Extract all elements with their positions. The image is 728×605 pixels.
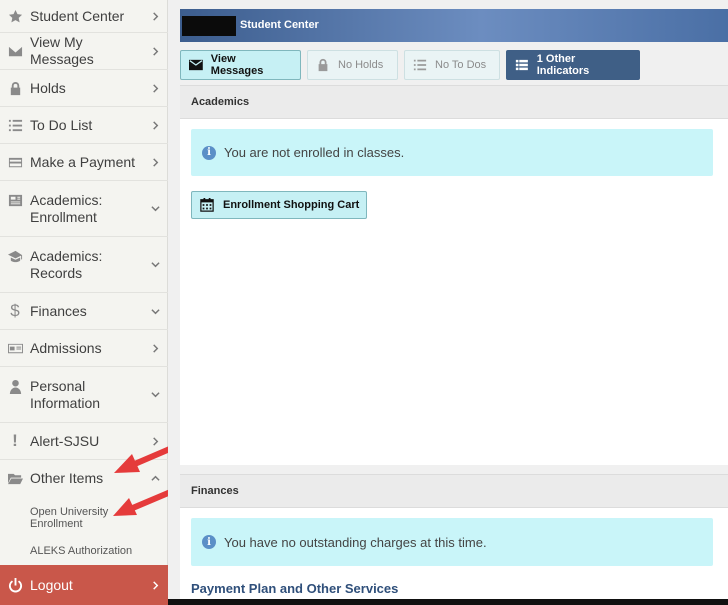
enrollment-notice: i You are not enrolled in classes. xyxy=(191,129,713,176)
star-icon xyxy=(0,9,30,24)
cart-button-label: Enrollment Shopping Cart xyxy=(223,199,360,211)
redacted-name-block xyxy=(182,16,236,36)
sidebar-item-academics-records[interactable]: Academics: Records xyxy=(0,237,168,293)
sidebar-item-label: Academics: Enrollment xyxy=(30,191,103,225)
sidebar-item-label: Academics: Records xyxy=(30,247,103,281)
sidebar-item-label: Student Center xyxy=(30,7,125,24)
envelope-icon xyxy=(189,59,203,71)
page-header: Student Center xyxy=(180,9,728,42)
sidebar-item-make-a-payment[interactable]: Make a Payment xyxy=(0,144,168,181)
chevron-right-icon xyxy=(142,120,168,130)
list-icon xyxy=(0,118,30,133)
sidebar-item-label: Finances xyxy=(30,302,87,319)
lock-icon xyxy=(0,81,30,96)
indicator-label: View Messages xyxy=(210,53,264,77)
chevron-down-icon xyxy=(142,204,168,213)
chevron-right-icon xyxy=(142,343,168,353)
indicator-label: No To Dos xyxy=(435,59,487,71)
logout-button[interactable]: Logout xyxy=(0,565,168,605)
sidebar-item-student-center[interactable]: Student Center xyxy=(0,0,168,33)
indicator-label: No Holds xyxy=(338,59,384,71)
sidebar-item-label: Personal Information xyxy=(30,377,101,411)
info-icon: i xyxy=(202,145,216,160)
info-icon: i xyxy=(202,535,216,549)
user-icon xyxy=(0,379,30,394)
folder-open-icon xyxy=(0,471,30,486)
chevron-down-icon xyxy=(142,307,168,316)
chevron-down-icon xyxy=(142,390,168,399)
finances-heading: Finances xyxy=(180,474,728,508)
sidebar-item-view-my-messages[interactable]: View My Messages xyxy=(0,33,168,70)
sidebar-item-personal-information[interactable]: Personal Information xyxy=(0,367,168,423)
academics-heading: Academics xyxy=(180,85,728,119)
view-messages-button[interactable]: View Messages xyxy=(180,50,301,80)
enrollment-notice-text: You are not enrolled in classes. xyxy=(224,145,405,160)
chevron-right-icon xyxy=(142,83,168,93)
payment-plan-link[interactable]: Payment Plan and Other Services xyxy=(191,581,398,596)
sidebar-item-label: View My Messages xyxy=(30,34,94,67)
credit-card-icon xyxy=(0,155,30,170)
no-holds-button[interactable]: No Holds xyxy=(307,50,398,80)
logout-label: Logout xyxy=(30,577,73,593)
sidebar-subitem-open-university-enrollment[interactable]: Open University Enrollment xyxy=(30,506,120,530)
chevron-down-icon xyxy=(142,260,168,269)
sidebar-item-label: To Do List xyxy=(30,116,93,133)
sidebar-item-academics-enrollment[interactable]: Academics: Enrollment xyxy=(0,181,168,237)
chevron-right-icon xyxy=(142,157,168,167)
exclamation-icon: ! xyxy=(12,431,18,450)
chevron-right-icon xyxy=(142,580,168,590)
charges-notice: i You have no outstanding charges at thi… xyxy=(191,518,713,566)
power-icon xyxy=(0,577,30,593)
charges-notice-text: You have no outstanding charges at this … xyxy=(224,534,487,550)
sidebar-item-label: Holds xyxy=(30,79,66,96)
other-indicators-button[interactable]: 1 Other Indicators xyxy=(506,50,640,80)
list-icon xyxy=(515,59,528,71)
id-card-icon xyxy=(0,341,30,356)
bottom-edge xyxy=(168,599,728,605)
chevron-right-icon xyxy=(142,11,168,21)
main-content: Student Center View Messages No Holds No… xyxy=(168,0,728,605)
sidebar-item-holds[interactable]: Holds xyxy=(0,70,168,107)
finances-panel: Finances i You have no outstanding charg… xyxy=(180,474,728,605)
indicator-bar: View Messages No Holds No To Dos 1 Other… xyxy=(180,50,640,80)
sidebar-subitem-aleks-authorization[interactable]: ALEKS Authorization xyxy=(30,545,132,557)
dollar-icon: $ xyxy=(10,301,20,320)
sidebar-item-to-do-list[interactable]: To Do List xyxy=(0,107,168,144)
enrollment-shopping-cart-button[interactable]: Enrollment Shopping Cart xyxy=(191,191,367,219)
list-icon xyxy=(413,59,427,71)
chevron-right-icon xyxy=(142,46,168,56)
sidebar-item-finances[interactable]: $ Finances xyxy=(0,293,168,330)
envelope-icon xyxy=(0,44,30,59)
page-title: Student Center xyxy=(240,19,319,31)
graduation-cap-icon xyxy=(0,249,30,264)
indicator-label: 1 Other Indicators xyxy=(536,53,590,77)
lock-icon xyxy=(318,58,328,72)
no-to-dos-button[interactable]: No To Dos xyxy=(404,50,500,80)
sidebar-item-admissions[interactable]: Admissions xyxy=(0,330,168,367)
sidebar-item-label: Admissions xyxy=(30,339,102,356)
academics-panel: Academics i You are not enrolled in clas… xyxy=(180,85,728,465)
sidebar-item-label: Make a Payment xyxy=(30,153,136,170)
calendar-icon xyxy=(200,198,214,212)
newspaper-icon xyxy=(0,193,30,208)
